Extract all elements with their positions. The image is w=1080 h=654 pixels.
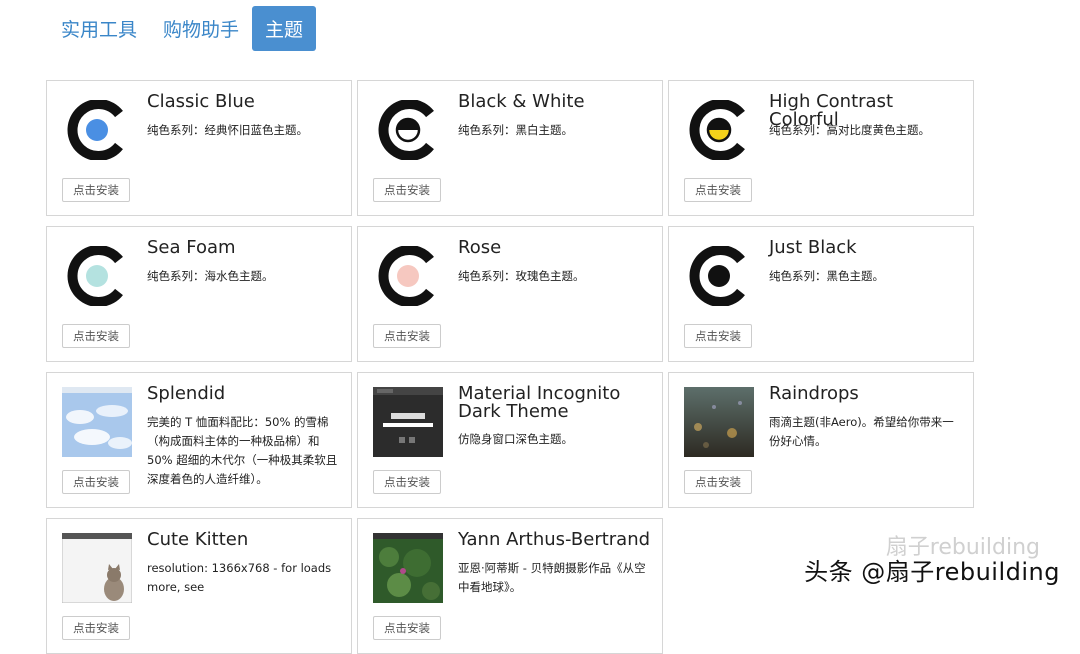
category-tabs: 实用工具 购物助手 主题 <box>48 6 316 51</box>
theme-card-black-white[interactable]: Black & White 纯色系列：黑白主题。 点击安装 <box>357 80 663 216</box>
install-button[interactable]: 点击安装 <box>684 178 752 202</box>
theme-description: 纯色系列：高对比度黄色主题。 <box>769 121 963 140</box>
aerial-photo-thumbnail <box>373 533 443 603</box>
install-button[interactable]: 点击安装 <box>684 470 752 494</box>
kitten-thumbnail <box>62 533 132 603</box>
theme-card-yann-arthus-bertrand[interactable]: Yann Arthus-Bertrand 亚恩·阿蒂斯 - 贝特朗摄影作品《从空… <box>357 518 663 654</box>
install-button[interactable]: 点击安装 <box>373 324 441 348</box>
theme-card-material-incognito[interactable]: Material Incognito Dark Theme 仿隐身窗口深色主题。… <box>357 372 663 508</box>
install-button[interactable]: 点击安装 <box>62 324 130 348</box>
logo-black-white-icon <box>373 95 443 165</box>
theme-card-rose[interactable]: Rose 纯色系列：玫瑰色主题。 点击安装 <box>357 226 663 362</box>
theme-title: Material Incognito Dark Theme <box>458 385 656 421</box>
tab-tools[interactable]: 实用工具 <box>48 6 150 51</box>
theme-description: 纯色系列：黑色主题。 <box>769 267 963 286</box>
install-button[interactable]: 点击安装 <box>62 616 130 640</box>
theme-description: resolution: 1366x768 - for loads more, s… <box>147 559 341 597</box>
install-button[interactable]: 点击安装 <box>373 178 441 202</box>
theme-card-just-black[interactable]: Just Black 纯色系列：黑色主题。 点击安装 <box>668 226 974 362</box>
theme-title: Raindrops <box>769 385 967 403</box>
theme-description: 纯色系列：海水色主题。 <box>147 267 341 286</box>
install-button[interactable]: 点击安装 <box>684 324 752 348</box>
install-button[interactable]: 点击安装 <box>62 470 130 494</box>
theme-card-classic-blue[interactable]: Classic Blue 纯色系列：经典怀旧蓝色主题。 点击安装 <box>46 80 352 216</box>
install-button[interactable]: 点击安装 <box>373 616 441 640</box>
theme-title: Just Black <box>769 239 967 257</box>
theme-card-cute-kitten[interactable]: Cute Kitten resolution: 1366x768 - for l… <box>46 518 352 654</box>
watermark: 头条 @扇子rebuilding <box>804 552 1060 587</box>
logo-rose-icon <box>373 241 443 311</box>
clouds-thumbnail <box>62 387 132 457</box>
logo-yellow-icon <box>684 95 754 165</box>
theme-description: 纯色系列：黑白主题。 <box>458 121 652 140</box>
theme-title: Sea Foam <box>147 239 345 257</box>
tab-shopping[interactable]: 购物助手 <box>150 6 252 51</box>
theme-card-raindrops[interactable]: Raindrops 雨滴主题(非Aero)。希望给你带来一份好心情。 点击安装 <box>668 372 974 508</box>
theme-title: Splendid <box>147 385 345 403</box>
theme-description: 亚恩·阿蒂斯 - 贝特朗摄影作品《从空中看地球》。 <box>458 559 652 597</box>
theme-title: Rose <box>458 239 656 257</box>
theme-description: 仿隐身窗口深色主题。 <box>458 430 652 449</box>
logo-blue-icon <box>62 95 132 165</box>
dark-browser-thumbnail <box>373 387 443 457</box>
theme-description: 完美的 T 恤面料配比：50% 的雪棉（构成面料主体的一种极品棉）和 50% 超… <box>147 413 341 489</box>
theme-title: Cute Kitten <box>147 531 345 549</box>
theme-description: 纯色系列：玫瑰色主题。 <box>458 267 652 286</box>
tab-themes[interactable]: 主题 <box>252 6 316 51</box>
logo-seafoam-icon <box>62 241 132 311</box>
install-button[interactable]: 点击安装 <box>62 178 130 202</box>
theme-description: 纯色系列：经典怀旧蓝色主题。 <box>147 121 341 140</box>
theme-title: Black & White <box>458 93 656 111</box>
install-button[interactable]: 点击安装 <box>373 470 441 494</box>
theme-card-high-contrast[interactable]: High Contrast Colorful 纯色系列：高对比度黄色主题。 点击… <box>668 80 974 216</box>
theme-description: 雨滴主题(非Aero)。希望给你带来一份好心情。 <box>769 413 963 451</box>
theme-title: Classic Blue <box>147 93 345 111</box>
raindrops-thumbnail <box>684 387 754 457</box>
theme-title: Yann Arthus-Bertrand <box>458 531 656 549</box>
logo-black-icon <box>684 241 754 311</box>
theme-card-splendid[interactable]: Splendid 完美的 T 恤面料配比：50% 的雪棉（构成面料主体的一种极品… <box>46 372 352 508</box>
theme-card-sea-foam[interactable]: Sea Foam 纯色系列：海水色主题。 点击安装 <box>46 226 352 362</box>
